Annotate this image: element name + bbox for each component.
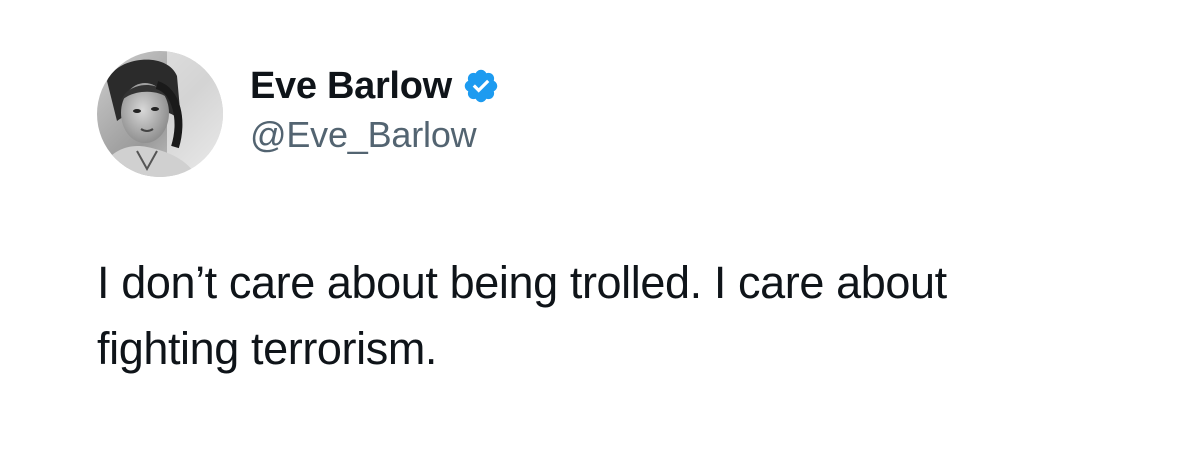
tweet-card: Eve Barlow @Eve_Barlow I don’t care abou… bbox=[0, 0, 1179, 455]
display-name[interactable]: Eve Barlow bbox=[250, 65, 452, 108]
profile-photo bbox=[97, 51, 223, 177]
tweet-text: I don’t care about being trolled. I care… bbox=[97, 257, 947, 374]
verified-badge-icon bbox=[462, 67, 500, 105]
author-handle[interactable]: @Eve_Barlow bbox=[250, 114, 477, 156]
author-name-row: Eve Barlow bbox=[250, 60, 500, 112]
avatar[interactable] bbox=[97, 51, 223, 177]
